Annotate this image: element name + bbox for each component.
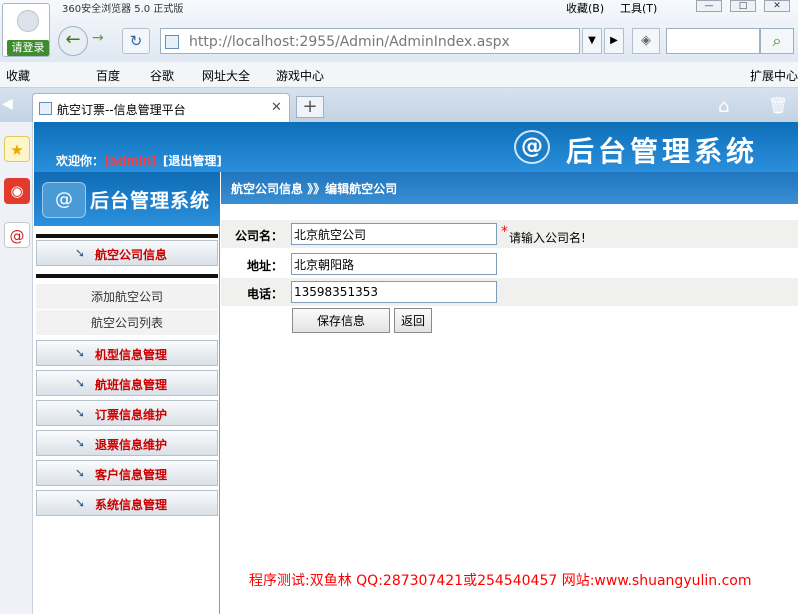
- menu-aircraft[interactable]: ➘ 机型信息管理: [36, 340, 218, 366]
- home-icon[interactable]: ⌂: [718, 96, 729, 117]
- menu-label: 航班信息管理: [95, 378, 168, 392]
- sidebar-logo: @ 后台管理系统: [34, 172, 220, 226]
- address-bar[interactable]: http://localhost:2955/Admin/AdminIndex.a…: [160, 28, 580, 54]
- weibo-icon[interactable]: ◉: [4, 178, 30, 204]
- tab-active[interactable]: 航空订票--信息管理平台 ✕: [32, 93, 290, 122]
- divider: [36, 274, 218, 278]
- maximize-button[interactable]: □: [730, 0, 756, 12]
- company-name-input[interactable]: [291, 223, 497, 245]
- back-arrow-icon[interactable]: ←: [58, 26, 88, 56]
- tabs-bar: ◀ 航空订票--信息管理平台 ✕ +: [0, 88, 798, 122]
- breadcrumb-text: 航空公司信息 》》编辑航空公司: [231, 182, 398, 196]
- menu-label: 订票信息维护: [95, 408, 168, 422]
- sidebar-logo-icon: @: [42, 182, 86, 218]
- required-hint: 请输入公司名!: [509, 231, 586, 245]
- bookmark-hao[interactable]: 网址大全: [202, 67, 250, 84]
- address-label: 地址：: [246, 259, 283, 273]
- menu-airline-info[interactable]: ➘ 航空公司信息: [36, 240, 218, 266]
- forward-arrow-icon[interactable]: →: [92, 30, 104, 46]
- menu-label: 客户信息管理: [95, 468, 168, 482]
- menu-customer[interactable]: ➘ 客户信息管理: [36, 460, 218, 486]
- shield-icon[interactable]: ◈: [632, 28, 660, 54]
- sidebar-item-add-airline[interactable]: 添加航空公司: [36, 284, 218, 310]
- search-icon[interactable]: ⌕: [760, 28, 794, 54]
- address-input[interactable]: [291, 253, 497, 275]
- phone-input[interactable]: [291, 281, 497, 303]
- search-input[interactable]: [666, 28, 760, 54]
- bookmark-favorites[interactable]: 收藏: [6, 67, 30, 84]
- sidebar-toggle-icon[interactable]: ◀: [2, 96, 13, 112]
- logout-link[interactable]: [退出管理]: [163, 154, 222, 168]
- welcome-label: 欢迎你：: [56, 154, 105, 168]
- trash-icon[interactable]: 🗑: [768, 96, 788, 115]
- menu-label: 航空公司信息: [95, 248, 168, 262]
- phone-label: 电话：: [246, 287, 283, 301]
- user-avatar-box[interactable]: 请登录: [2, 3, 50, 57]
- form-row-address: 地址：: [221, 250, 798, 278]
- bookmark-baidu[interactable]: 百度: [96, 67, 120, 84]
- menu-label: 系统信息管理: [95, 498, 168, 512]
- menu-arrow-icon: ➘: [75, 466, 86, 480]
- web-page: 欢迎你：[admin] [退出管理] @ 后台管理系统 @ 后台管理系统 ➘ 航空…: [34, 122, 798, 614]
- admin-sidebar: @ 后台管理系统 ➘ 航空公司信息 添加航空公司 航空公司列表 ➘ 机型信息管理…: [34, 172, 220, 614]
- form-actions: 保存信息 返回: [221, 308, 798, 334]
- browser-sidebar: ★ ◉ @: [0, 122, 33, 614]
- menu-arrow-icon: ➘: [75, 246, 86, 260]
- go-icon[interactable]: ▶: [604, 28, 624, 54]
- company-label: 公司名：: [234, 229, 283, 243]
- page-icon: [39, 102, 52, 115]
- breadcrumb: 航空公司信息 》》编辑航空公司: [221, 172, 798, 204]
- close-window-button[interactable]: ✕: [764, 0, 790, 12]
- new-tab-button[interactable]: +: [296, 96, 324, 118]
- tab-title: 航空订票--信息管理平台: [57, 103, 186, 117]
- sidebar-logo-text: 后台管理系统: [90, 190, 211, 212]
- bookmark-games[interactable]: 游戏中心: [276, 67, 324, 84]
- menu-arrow-icon: ➘: [75, 496, 86, 510]
- address-text[interactable]: http://localhost:2955/Admin/AdminIndex.a…: [189, 34, 510, 50]
- form-row-company: 公司名： * 请输入公司名!: [221, 220, 798, 248]
- menu-favorites[interactable]: 收藏(B): [566, 0, 604, 16]
- menu-label: 退票信息维护: [95, 438, 168, 452]
- login-button[interactable]: 请登录: [7, 40, 49, 56]
- close-icon[interactable]: ✕: [271, 100, 282, 115]
- divider: [36, 234, 218, 238]
- menu-tools[interactable]: 工具(T): [620, 0, 657, 16]
- extension-center[interactable]: 扩展中心: [750, 67, 798, 84]
- user-avatar-icon: [17, 10, 39, 32]
- menu-arrow-icon: ➘: [75, 376, 86, 390]
- browser-title: 360安全浏览器 5.0 正式版: [62, 4, 184, 15]
- form-row-phone: 电话：: [221, 278, 798, 306]
- main-content: 航空公司信息 》》编辑航空公司 公司名： * 请输入公司名! 地址： 电话： 保…: [221, 172, 798, 614]
- mail-icon[interactable]: @: [4, 222, 30, 248]
- star-icon[interactable]: ★: [4, 136, 30, 162]
- bookmarks-bar: 收藏 百度 谷歌 网址大全 游戏中心 扩展中心: [0, 62, 798, 88]
- menu-arrow-icon: ➘: [75, 346, 86, 360]
- save-button[interactable]: 保存信息: [292, 308, 390, 333]
- menu-refund[interactable]: ➘ 退票信息维护: [36, 430, 218, 456]
- minimize-button[interactable]: —: [696, 0, 722, 12]
- header-logo-text: 后台管理系统: [566, 135, 759, 168]
- menu-arrow-icon: ➘: [75, 436, 86, 450]
- menu-arrow-icon: ➘: [75, 406, 86, 420]
- dropdown-icon[interactable]: ▼: [582, 28, 602, 54]
- menu-system[interactable]: ➘ 系统信息管理: [36, 490, 218, 516]
- refresh-icon[interactable]: ↻: [122, 28, 150, 54]
- page-header: 欢迎你：[admin] [退出管理] @ 后台管理系统: [34, 122, 798, 172]
- sidebar-item-airline-list[interactable]: 航空公司列表: [36, 310, 218, 336]
- footer-credits: 程序测试:双鱼林 QQ:287307421或254540457 网站:www.s…: [249, 573, 752, 589]
- required-mark: *: [501, 224, 508, 240]
- menu-booking[interactable]: ➘ 订票信息维护: [36, 400, 218, 426]
- logo-at-icon: @: [514, 130, 550, 164]
- page-icon: [165, 35, 179, 49]
- bookmark-google[interactable]: 谷歌: [150, 67, 174, 84]
- welcome-text: 欢迎你：[admin] [退出管理]: [56, 152, 222, 169]
- admin-user-link[interactable]: [admin]: [104, 154, 157, 168]
- menu-flight[interactable]: ➘ 航班信息管理: [36, 370, 218, 396]
- back-button[interactable]: 返回: [394, 308, 432, 333]
- menu-label: 机型信息管理: [95, 348, 168, 362]
